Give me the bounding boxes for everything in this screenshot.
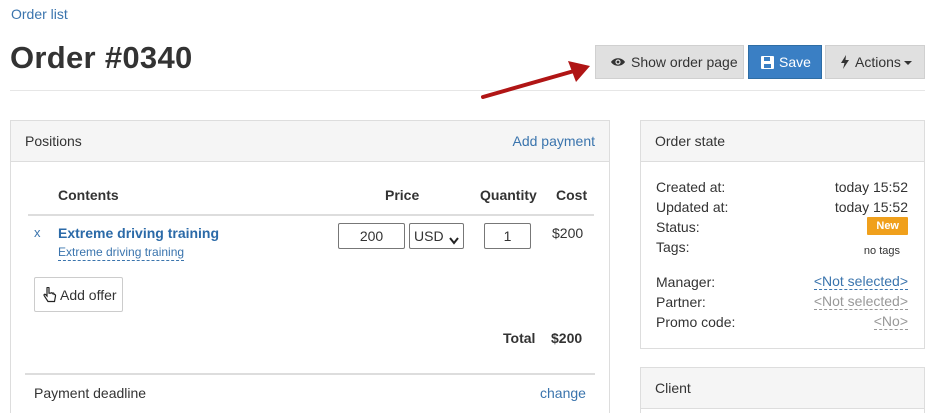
hand-pointer-icon (43, 286, 57, 303)
order-state-panel: Order state Created at: today 15:52 Upda… (640, 120, 925, 349)
manager-label: Manager: (656, 274, 716, 290)
client-header: Client (641, 368, 924, 409)
status-badge[interactable]: New (867, 217, 908, 235)
save-button[interactable]: Save (748, 45, 822, 79)
position-cost: $200 (552, 225, 584, 241)
column-header-price: Price (385, 187, 420, 203)
eye-icon (610, 56, 626, 68)
save-label: Save (779, 54, 811, 70)
positions-panel-header: Positions Add payment (11, 121, 609, 162)
positions-title: Positions (25, 133, 82, 149)
add-offer-button[interactable]: Add offer (34, 277, 123, 312)
price-input[interactable]: 200 (338, 223, 405, 249)
show-order-page-button[interactable]: Show order page (595, 45, 744, 79)
client-panel: Client (640, 367, 925, 413)
product-name-link[interactable]: Extreme driving training (58, 225, 219, 241)
tags-label: Tags: (656, 239, 690, 255)
chevron-down-icon (449, 232, 459, 248)
payment-deadline-label: Payment deadline (34, 385, 147, 401)
promo-code-label: Promo code: (656, 314, 736, 330)
table-header-divider (28, 214, 594, 216)
client-title: Client (655, 380, 691, 396)
remove-position-button[interactable]: x (34, 225, 41, 240)
payment-deadline-change-link[interactable]: change (540, 385, 586, 401)
lightning-bolt-icon (840, 55, 850, 69)
deadline-divider (25, 373, 595, 375)
promo-code-link[interactable]: <No> (873, 314, 908, 330)
total-label: Total (503, 330, 536, 346)
updated-at-label: Updated at: (656, 199, 729, 215)
created-at-label: Created at: (656, 179, 726, 195)
actions-label: Actions (855, 54, 901, 70)
status-label: Status: (656, 219, 700, 235)
tags-value: no tags (863, 245, 900, 257)
positions-panel: Positions Add payment Contents Price Qua… (10, 120, 610, 413)
title-divider (10, 90, 925, 91)
actions-dropdown-button[interactable]: Actions (825, 45, 925, 79)
page-title: Order #0340 (10, 40, 193, 75)
caret-down-icon (903, 61, 912, 65)
partner-select-link[interactable]: <Not selected> (813, 294, 908, 310)
total-value: $200 (551, 330, 583, 346)
order-state-title: Order state (655, 133, 726, 149)
manager-select-link[interactable]: <Not selected> (813, 274, 908, 290)
updated-at-value: today 15:52 (834, 199, 908, 215)
order-state-header: Order state (641, 121, 924, 162)
currency-select[interactable]: USD (409, 223, 464, 249)
created-at-value: today 15:52 (834, 179, 908, 195)
floppy-disk-icon (761, 55, 774, 69)
add-payment-link[interactable]: Add payment (513, 133, 596, 149)
column-header-contents: Contents (58, 187, 119, 203)
column-header-quantity: Quantity (480, 187, 537, 203)
partner-label: Partner: (656, 294, 706, 310)
offer-name-link[interactable]: Extreme driving training (58, 245, 185, 261)
quantity-input[interactable]: 1 (484, 223, 531, 249)
add-offer-label: Add offer (60, 286, 117, 303)
breadcrumb-order-list[interactable]: Order list (11, 6, 68, 22)
show-order-page-label: Show order page (631, 54, 738, 70)
column-header-cost: Cost (556, 187, 588, 203)
red-arrow-icon (481, 61, 590, 99)
currency-value: USD (414, 228, 444, 244)
